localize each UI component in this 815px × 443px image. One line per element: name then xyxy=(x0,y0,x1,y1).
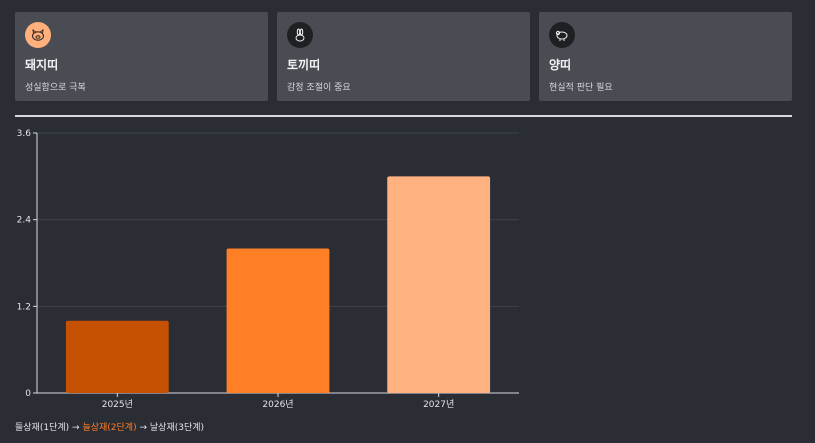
bar xyxy=(65,320,169,393)
legend-arrow: → xyxy=(72,423,80,433)
card-title: 돼지띠 xyxy=(25,58,59,72)
zodiac-cards: 돼지띠 성실함으로 극복 토끼띠 감정 조절이 중요 양띠 현실적 판단 필요 xyxy=(15,12,792,101)
zodiac-card-sheep[interactable]: 양띠 현실적 판단 필요 xyxy=(539,12,792,101)
rabbit-icon xyxy=(287,22,313,48)
zodiac-card-pig[interactable]: 돼지띠 성실함으로 극복 xyxy=(15,12,268,101)
sheep-icon xyxy=(549,22,575,48)
y-tick-label: 2.4 xyxy=(17,216,32,226)
legend-step2: 늘상재(2단계) xyxy=(82,423,137,433)
y-tick-label: 1.2 xyxy=(17,302,31,312)
x-tick-label: 2026년 xyxy=(262,399,293,410)
card-description: 성실함으로 극복 xyxy=(25,83,86,93)
legend-step1: 들상재(1단계) xyxy=(15,423,70,433)
card-description: 현실적 판단 필요 xyxy=(549,83,613,93)
legend-arrow: → xyxy=(139,423,148,433)
x-tick-label: 2027년 xyxy=(423,399,454,410)
card-title: 토끼띠 xyxy=(287,58,321,72)
card-description: 감정 조절이 중요 xyxy=(287,83,351,93)
bar xyxy=(387,176,491,393)
pig-icon xyxy=(25,22,51,48)
section-divider xyxy=(15,115,792,117)
bar xyxy=(226,248,330,393)
card-title: 양띠 xyxy=(549,58,572,72)
chart-legend: 들상재(1단계) → 늘상재(2단계) → 날상재(3단계) xyxy=(15,420,204,433)
zodiac-card-rabbit[interactable]: 토끼띠 감정 조절이 중요 xyxy=(277,12,530,101)
y-tick-label: 0 xyxy=(25,389,31,399)
legend-step3: 날상재(3단계) xyxy=(149,423,205,433)
x-tick-label: 2025년 xyxy=(102,399,133,410)
y-tick-label: 3.6 xyxy=(17,129,32,139)
bar-chart: 0 1.2 2.4 3.6 2025년 2026년 2027년 xyxy=(17,129,519,410)
